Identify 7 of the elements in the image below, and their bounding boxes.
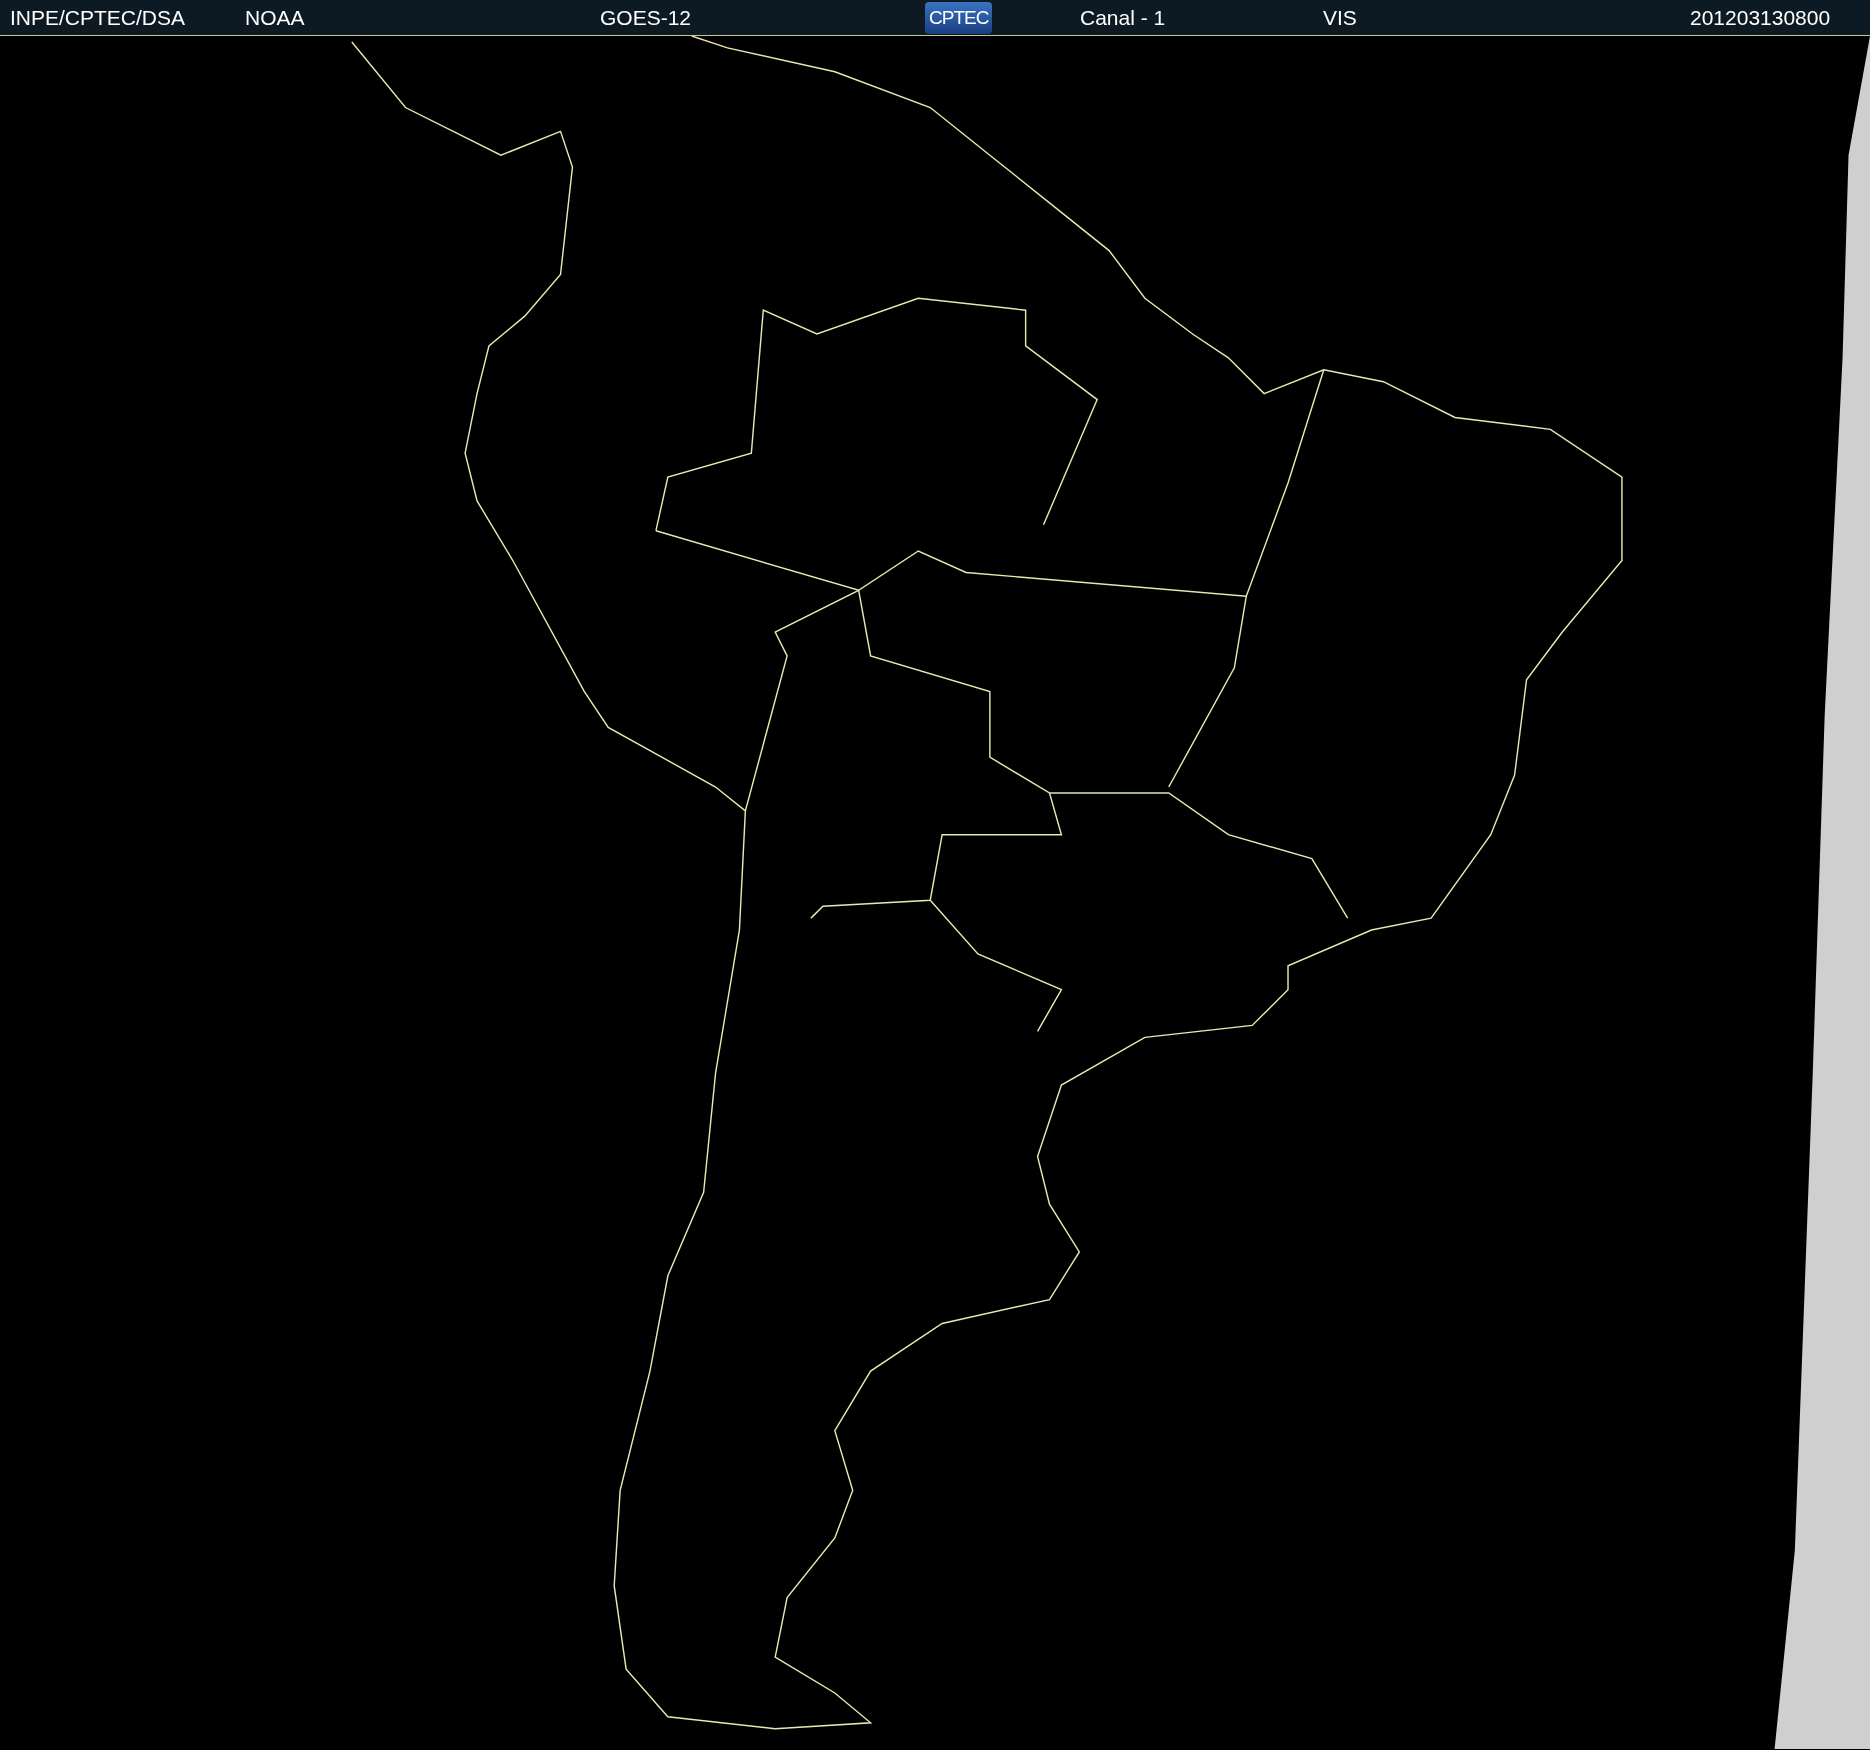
header-label: Canal - 1 xyxy=(1080,4,1167,31)
header-label: GOES-12 xyxy=(600,4,693,31)
logo: CPTEC xyxy=(925,1,993,34)
header-label: 201203130800 xyxy=(1690,4,1832,31)
header-label: NOAA xyxy=(245,4,306,31)
header-label: INPE/CPTEC/DSA xyxy=(10,4,187,31)
header-label: VIS xyxy=(1323,4,1358,31)
